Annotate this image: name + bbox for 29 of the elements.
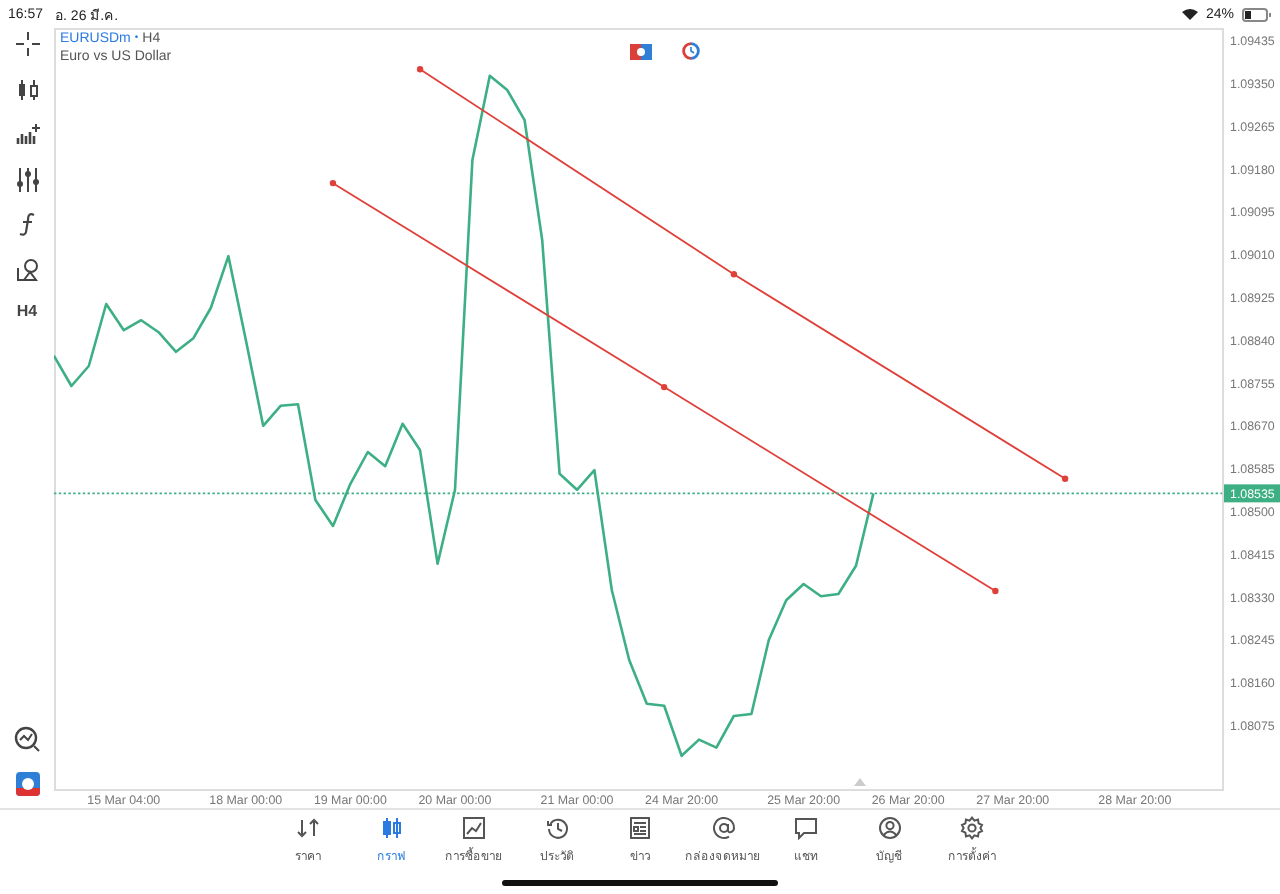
point xyxy=(1061,475,1069,482)
chart-search-icon[interactable] xyxy=(14,725,40,751)
chat-icon xyxy=(794,816,818,840)
chart-icon xyxy=(462,816,486,840)
shapes-icon[interactable] xyxy=(15,257,39,281)
arrows-icon xyxy=(296,816,320,840)
point xyxy=(660,383,668,391)
function-icon[interactable] xyxy=(15,212,39,236)
sliders-icon[interactable] xyxy=(15,167,39,191)
point xyxy=(329,179,337,187)
point xyxy=(730,271,738,278)
timeframe-button[interactable]: H4 xyxy=(16,302,38,320)
point xyxy=(992,587,999,595)
crosshair-icon[interactable] xyxy=(15,32,39,56)
one-click-trading-icon[interactable] xyxy=(630,43,652,59)
scroll-marker-icon[interactable] xyxy=(854,778,866,786)
settings-icon xyxy=(960,816,984,840)
indicator-add-icon[interactable] xyxy=(15,122,39,146)
point xyxy=(416,66,424,73)
history-icon xyxy=(545,816,569,840)
wifi-icon xyxy=(1181,8,1198,20)
app-logo-icon[interactable] xyxy=(15,772,39,796)
newspaper-icon xyxy=(628,816,652,840)
candlestick-icon xyxy=(379,816,403,840)
user-icon xyxy=(877,816,901,840)
at-sign-icon xyxy=(711,816,735,840)
candlestick-icon[interactable] xyxy=(15,77,39,101)
clock-icon[interactable] xyxy=(682,42,700,60)
battery-icon xyxy=(1242,7,1272,21)
